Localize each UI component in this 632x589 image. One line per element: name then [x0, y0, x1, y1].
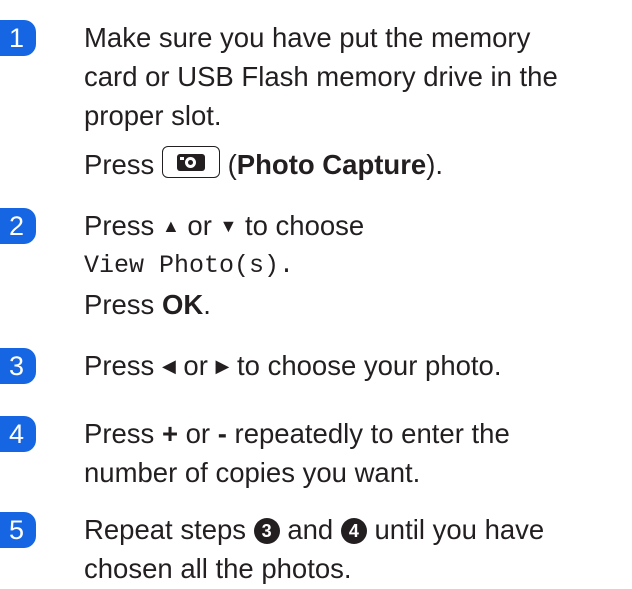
step-1-text: Make sure you have put the memory card o…: [84, 18, 624, 184]
step-ref-4-icon: 4: [340, 518, 367, 544]
repeatedly-text: repeatedly to enter the: [234, 418, 510, 449]
camera-icon: [176, 154, 205, 171]
left-arrow-icon: ◀: [161, 356, 176, 376]
photo-capture-button[interactable]: [161, 146, 220, 178]
repeat-steps-text: Repeat steps: [84, 514, 247, 545]
step-5-line-1: Repeat steps 3 and 4 until you have: [84, 510, 624, 549]
open-paren: (: [227, 149, 237, 180]
press-word: Press: [84, 289, 155, 320]
press-word: Press: [84, 350, 155, 381]
step-2-text: Press ▲ or ▼ to choose View Photo(s). Pr…: [84, 206, 624, 324]
photo-capture-label: Photo Capture: [236, 149, 427, 180]
step-1-line-1: Make sure you have put the memory: [84, 22, 531, 53]
and-word: and: [287, 514, 334, 545]
to-choose-photo-text: to choose your photo.: [237, 350, 502, 381]
down-arrow-icon: ▼: [219, 216, 238, 236]
step-2-line-1: Press ▲ or ▼ to choose: [84, 206, 624, 246]
step-number-5: 5: [0, 512, 36, 548]
press-word: Press: [84, 418, 155, 449]
menu-item-view-photos: View Photo(s).: [84, 251, 295, 280]
step-number-1: 1: [0, 20, 36, 56]
up-arrow-icon: ▲: [161, 216, 180, 236]
step-1-press-line: Press (Photo Capture).: [84, 145, 624, 184]
step-1-line-3: proper slot.: [84, 100, 222, 131]
minus-key: -: [217, 418, 227, 449]
step-2-line-3: Press OK.: [84, 285, 624, 324]
step-3-line-1: Press ◀ or ▶ to choose your photo.: [84, 346, 624, 386]
or-word: or: [187, 210, 212, 241]
until-text: until you have: [374, 514, 545, 545]
step-4-line-2: number of copies you want.: [84, 457, 421, 488]
step-5-text: Repeat steps 3 and 4 until you have chos…: [84, 510, 624, 588]
step-3-text: Press ◀ or ▶ to choose your photo.: [84, 346, 624, 386]
or-word: or: [183, 350, 208, 381]
step-number-2: 2: [0, 208, 36, 244]
to-choose-text: to choose: [244, 210, 365, 241]
step-4-line-1: Press + or - repeatedly to enter the: [84, 414, 624, 453]
plus-key: +: [161, 418, 178, 449]
step-4-text: Press + or - repeatedly to enter the num…: [84, 414, 624, 492]
step-ref-3-icon: 3: [253, 518, 280, 544]
press-word: Press: [84, 210, 155, 241]
period: .: [203, 289, 211, 320]
or-word: or: [185, 418, 211, 449]
right-arrow-icon: ▶: [215, 356, 230, 376]
step-number-4: 4: [0, 416, 36, 452]
step-5-line-2: chosen all the photos.: [84, 553, 352, 584]
step-number-3: 3: [0, 348, 36, 384]
press-word: Press: [84, 149, 155, 180]
ok-key-label: OK: [161, 289, 204, 320]
close-paren: ).: [426, 149, 444, 180]
step-1-line-2: card or USB Flash memory drive in the: [84, 61, 558, 92]
